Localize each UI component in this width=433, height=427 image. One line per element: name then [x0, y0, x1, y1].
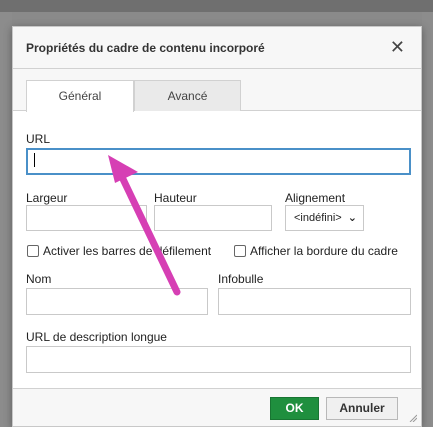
scrollbars-label: Activer les barres de défilement [43, 244, 212, 258]
border-label: Afficher la bordure du cadre [250, 244, 398, 258]
background-toolbar [0, 0, 433, 12]
alignment-select[interactable]: <indéfini> ⌄ [285, 205, 364, 231]
resize-grip-icon[interactable] [409, 414, 417, 422]
alignment-selected-value: <indéfini> [294, 212, 342, 224]
scrollbars-checkbox[interactable] [27, 245, 39, 257]
tooltip-label: Infobulle [218, 272, 264, 286]
height-input[interactable] [154, 205, 272, 231]
cancel-button[interactable]: Annuler [326, 397, 398, 420]
width-label: Largeur [26, 191, 68, 205]
alignment-label: Alignement [285, 191, 346, 205]
border-checkbox[interactable] [234, 245, 246, 257]
long-description-label: URL de description longue [26, 330, 167, 344]
iframe-properties-dialog: Propriétés du cadre de contenu incorporé… [12, 26, 422, 427]
dialog-footer: OK Annuler [13, 388, 421, 426]
name-label: Nom [26, 272, 52, 286]
dialog-title: Propriétés du cadre de contenu incorporé [26, 41, 265, 55]
tooltip-input[interactable] [218, 288, 411, 315]
long-description-input[interactable] [26, 346, 411, 373]
background-left [0, 12, 12, 427]
text-caret [34, 153, 35, 167]
ok-button[interactable]: OK [270, 397, 319, 420]
chevron-down-icon: ⌄ [347, 212, 357, 224]
name-input[interactable] [26, 288, 208, 315]
height-label: Hauteur [154, 191, 197, 205]
close-icon[interactable]: ✕ [390, 37, 405, 58]
tab-general[interactable]: Général [26, 80, 134, 112]
width-input[interactable] [26, 205, 147, 231]
tab-bar: Général Avancé [13, 69, 421, 112]
tab-advanced[interactable]: Avancé [134, 80, 241, 111]
url-input[interactable] [26, 148, 411, 175]
background-right [422, 12, 433, 427]
url-label: URL [26, 132, 51, 146]
dialog-titlebar: Propriétés du cadre de contenu incorporé… [13, 27, 421, 69]
